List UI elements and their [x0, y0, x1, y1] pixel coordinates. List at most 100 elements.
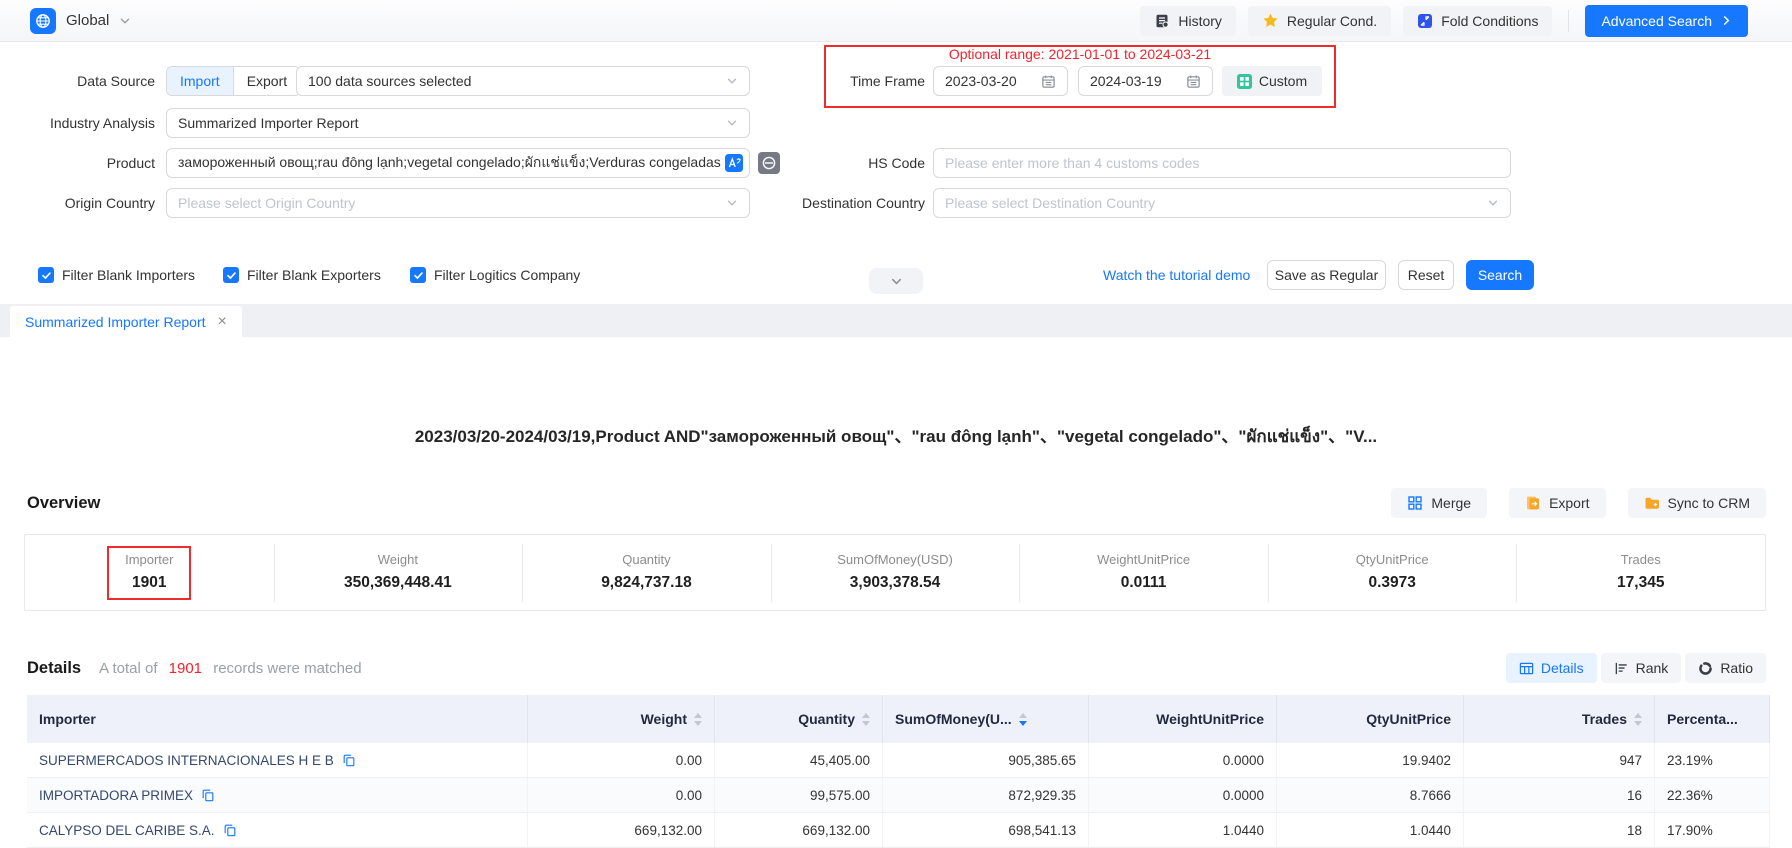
- stat-value: 1901: [125, 574, 173, 592]
- tab-summarized-importer-report[interactable]: Summarized Importer Report ×: [10, 306, 242, 337]
- view-details-button[interactable]: Details: [1506, 653, 1597, 683]
- product-input[interactable]: замороженный овощ;rau đông lạnh;vegetal …: [166, 148, 750, 178]
- copy-icon[interactable]: [223, 823, 237, 837]
- hs-code-label: HS Code: [700, 148, 925, 178]
- advanced-search-button[interactable]: Advanced Search: [1585, 5, 1748, 37]
- fold-conditions-button[interactable]: Fold Conditions: [1403, 6, 1552, 36]
- calendar-icon: [1186, 74, 1201, 89]
- hs-code-placeholder: Please enter more than 4 customs codes: [945, 155, 1199, 171]
- save-as-regular-button[interactable]: Save as Regular: [1267, 260, 1386, 290]
- region-selector[interactable]: Global: [30, 8, 131, 34]
- weight-unit-price-cell: 0.0000: [1089, 743, 1277, 777]
- sort-icons[interactable]: [694, 713, 702, 726]
- destination-country-placeholder: Please select Destination Country: [945, 195, 1155, 211]
- view-ratio-button[interactable]: Ratio: [1685, 653, 1766, 683]
- collapse-form-button[interactable]: [869, 268, 923, 294]
- stat-value: 0.3973: [1356, 574, 1429, 592]
- regular-cond-button[interactable]: Regular Cond.: [1248, 6, 1391, 36]
- filter-blank-importers-checkbox[interactable]: Filter Blank Importers: [38, 260, 195, 290]
- trades-cell: 947: [1464, 743, 1655, 777]
- view-details-label: Details: [1541, 660, 1584, 676]
- copy-icon[interactable]: [342, 753, 356, 767]
- column-header-weight[interactable]: Weight: [528, 695, 715, 743]
- end-date-value: 2024-03-19: [1090, 73, 1162, 89]
- copy-icon[interactable]: [201, 788, 215, 802]
- table-grid-icon: [1519, 661, 1534, 676]
- percentage-cell: 17.90%: [1655, 813, 1770, 847]
- tutorial-demo-link[interactable]: Watch the tutorial demo: [1103, 260, 1250, 290]
- sync-to-crm-button[interactable]: Sync to CRM: [1628, 488, 1766, 518]
- weight-unit-price-cell: 0.0000: [1089, 778, 1277, 812]
- optional-range-text: Optional range: 2021-01-01 to 2024-03-21: [830, 46, 1330, 62]
- topbar: Global History Regular Cond. Fold Condit…: [0, 0, 1792, 42]
- import-tab[interactable]: Import: [167, 67, 233, 95]
- fold-icon: [1417, 13, 1433, 29]
- product-value: замороженный овощ;rau đông lạnh;vegetal …: [178, 152, 721, 174]
- stat-qty-unit-price: QtyUnitPrice 0.3973: [1268, 546, 1517, 600]
- hs-code-input[interactable]: Please enter more than 4 customs codes: [933, 148, 1511, 178]
- end-date-input[interactable]: 2024-03-19: [1078, 66, 1213, 96]
- history-label: History: [1178, 13, 1222, 29]
- merge-button[interactable]: Merge: [1391, 488, 1487, 518]
- overview-heading: Overview: [27, 494, 100, 513]
- stat-value: 9,824,737.18: [601, 574, 692, 592]
- sort-icons[interactable]: [1634, 713, 1642, 726]
- sum-of-money-cell: 698,541.13: [883, 813, 1089, 847]
- custom-range-button[interactable]: Custom: [1222, 66, 1322, 96]
- percentage-cell: 23.19%: [1655, 743, 1770, 777]
- export-label: Export: [1549, 495, 1589, 511]
- history-button[interactable]: History: [1140, 6, 1236, 36]
- regular-cond-label: Regular Cond.: [1287, 13, 1377, 29]
- sync-to-crm-label: Sync to CRM: [1668, 495, 1750, 511]
- chevron-down-icon: [119, 15, 131, 27]
- fold-conditions-label: Fold Conditions: [1441, 13, 1538, 29]
- importer-cell[interactable]: IMPORTADORA PRIMEX: [27, 778, 528, 812]
- chevron-down-icon: [890, 275, 903, 288]
- column-header-trades[interactable]: Trades: [1464, 695, 1655, 743]
- start-date-input[interactable]: 2023-03-20: [933, 66, 1068, 96]
- filter-logitics-company-checkbox[interactable]: Filter Logitics Company: [410, 260, 580, 290]
- details-table: Importer Weight Quantity SumOfMoney(U...…: [27, 695, 1770, 848]
- industry-analysis-select[interactable]: Summarized Importer Report: [166, 108, 750, 138]
- data-source-toggle: Import Export: [166, 66, 301, 96]
- filter-label: Filter Blank Importers: [62, 267, 195, 283]
- total-suffix: records were matched: [213, 660, 361, 677]
- total-count: 1901: [169, 660, 202, 677]
- importer-cell[interactable]: CALYPSO DEL CARIBE S.A.: [27, 813, 528, 847]
- quantity-cell: 45,405.00: [715, 743, 883, 777]
- importer-cell[interactable]: SUPERMERCADOS INTERNACIONALES H E B: [27, 743, 528, 777]
- origin-country-label: Origin Country: [0, 188, 155, 218]
- importer-annotation-box: Importer 1901: [107, 546, 191, 600]
- filter-label: Filter Blank Exporters: [247, 267, 381, 283]
- close-icon[interactable]: ×: [218, 314, 227, 330]
- column-header-sum-of-money[interactable]: SumOfMoney(U...: [883, 695, 1089, 743]
- search-form: Data Source Import Export 100 data sourc…: [0, 42, 1792, 304]
- origin-country-select[interactable]: Please select Origin Country: [166, 188, 750, 218]
- sort-icons[interactable]: [862, 713, 870, 726]
- folder-sync-icon: [1644, 495, 1660, 511]
- filter-blank-exporters-checkbox[interactable]: Filter Blank Exporters: [223, 260, 381, 290]
- data-sources-select[interactable]: 100 data sources selected: [296, 66, 750, 96]
- table-row: IMPORTADORA PRIMEX 0.00 99,575.00 872,92…: [27, 778, 1770, 813]
- chevron-down-icon: [1487, 197, 1499, 209]
- stat-value: 0.0111: [1097, 574, 1190, 592]
- stat-label: QtyUnitPrice: [1356, 552, 1429, 567]
- export-button[interactable]: Export: [1509, 488, 1605, 518]
- stat-label: Importer: [125, 552, 173, 567]
- data-sources-value: 100 data sources selected: [308, 73, 471, 89]
- stat-quantity: Quantity 9,824,737.18: [522, 546, 771, 600]
- history-icon: [1154, 13, 1170, 29]
- rank-bars-icon: [1614, 661, 1629, 676]
- sort-icons-active-desc[interactable]: [1019, 713, 1027, 726]
- export-tab[interactable]: Export: [233, 67, 300, 95]
- reset-button[interactable]: Reset: [1398, 260, 1454, 290]
- time-frame-label: Time Frame: [700, 66, 925, 96]
- column-header-quantity[interactable]: Quantity: [715, 695, 883, 743]
- destination-country-select[interactable]: Please select Destination Country: [933, 188, 1511, 218]
- view-rank-button[interactable]: Rank: [1601, 653, 1682, 683]
- export-icon: [1525, 495, 1541, 511]
- quantity-cell: 99,575.00: [715, 778, 883, 812]
- search-button[interactable]: Search: [1466, 260, 1534, 290]
- table-row: SUPERMERCADOS INTERNACIONALES H E B 0.00…: [27, 743, 1770, 778]
- custom-grid-icon: [1237, 74, 1252, 89]
